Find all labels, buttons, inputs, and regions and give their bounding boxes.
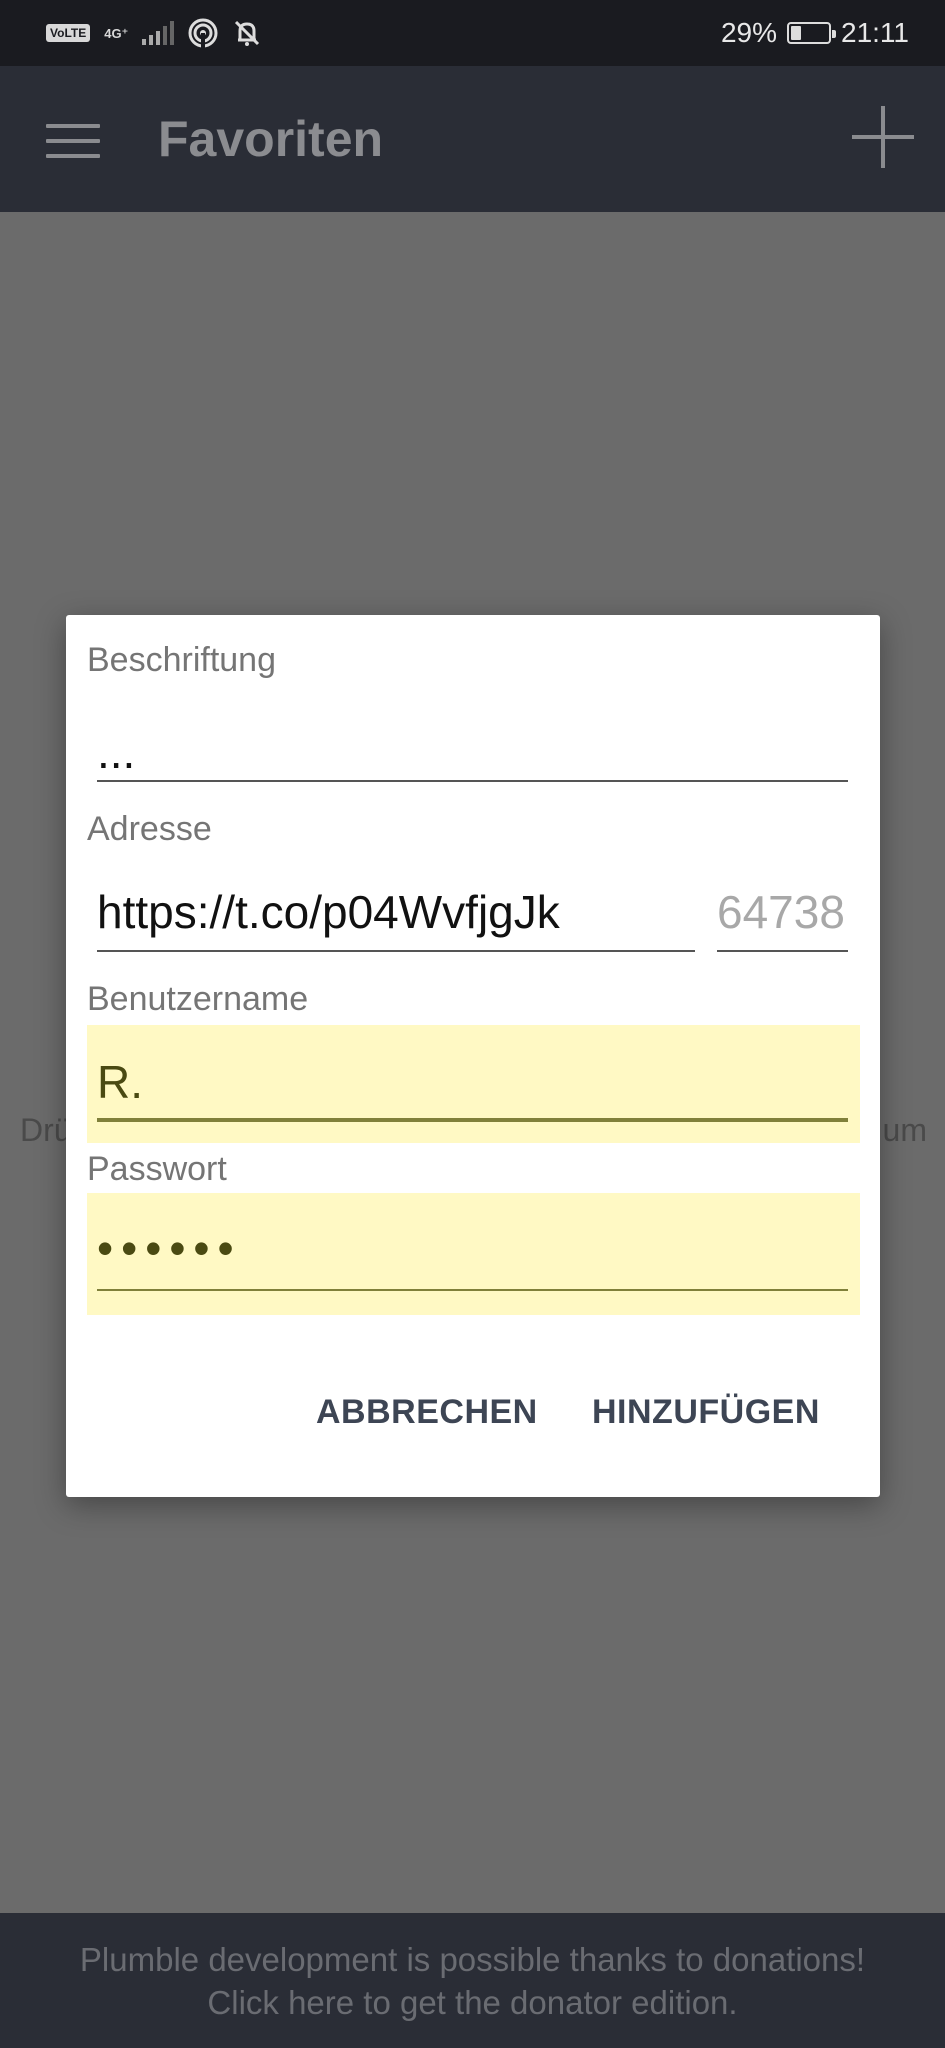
battery-level: [791, 26, 802, 40]
donate-banner[interactable]: Plumble development is possible thanks t…: [0, 1913, 945, 2048]
status-bar: VoLTE 4G⁺ 29% 21:11: [0, 0, 945, 66]
username-field-underline: [97, 1118, 848, 1122]
cancel-button[interactable]: ABBRECHEN: [316, 1393, 538, 1432]
address-field-underline: [97, 950, 695, 952]
hamburger-menu-icon[interactable]: [46, 124, 100, 158]
status-icons-left: VoLTE 4G⁺: [46, 18, 262, 48]
password-field-label: Passwort: [87, 1150, 227, 1188]
add-server-dialog: Beschriftung ... Adresse https://t.co/p0…: [66, 615, 880, 1497]
password-field-input[interactable]: ••••••: [97, 1221, 242, 1275]
plus-icon[interactable]: [852, 106, 914, 168]
password-field-underline: [97, 1289, 848, 1291]
status-icons-right: 29% 21:11: [721, 17, 909, 49]
donate-banner-line2: Click here to get the donator edition.: [207, 1984, 738, 2021]
hotspot-icon: [188, 18, 218, 48]
donate-banner-line1: Plumble development is possible thanks t…: [79, 1941, 866, 1978]
add-button[interactable]: HINZUFÜGEN: [592, 1393, 820, 1432]
label-field-label: Beschriftung: [87, 641, 276, 679]
address-field-input[interactable]: https://t.co/p04WvfjgJk: [97, 885, 560, 939]
page-title: Favoriten: [158, 111, 384, 167]
muted-bell-icon: [235, 20, 260, 46]
port-field-underline: [717, 950, 848, 952]
battery-percent: 29%: [720, 17, 777, 48]
label-field-underline: [97, 780, 848, 782]
username-autofill-highlight: [87, 1025, 860, 1143]
clock: 21:11: [841, 17, 909, 48]
username-field-label: Benutzername: [87, 980, 309, 1018]
address-field-label: Adresse: [87, 810, 212, 848]
empty-state-hint-left: Drü: [20, 1112, 72, 1148]
network-type-icon: 4G⁺: [104, 25, 129, 41]
label-field-input[interactable]: ...: [97, 725, 135, 779]
battery-icon: [787, 22, 836, 44]
volte-icon: VoLTE: [46, 24, 91, 42]
port-field-input[interactable]: 64738: [717, 885, 845, 939]
signal-strength-icon: [142, 21, 175, 45]
app-bar: Favoriten: [0, 66, 945, 212]
empty-state-hint-right: um: [882, 1112, 927, 1148]
username-field-input[interactable]: R.: [97, 1055, 143, 1109]
